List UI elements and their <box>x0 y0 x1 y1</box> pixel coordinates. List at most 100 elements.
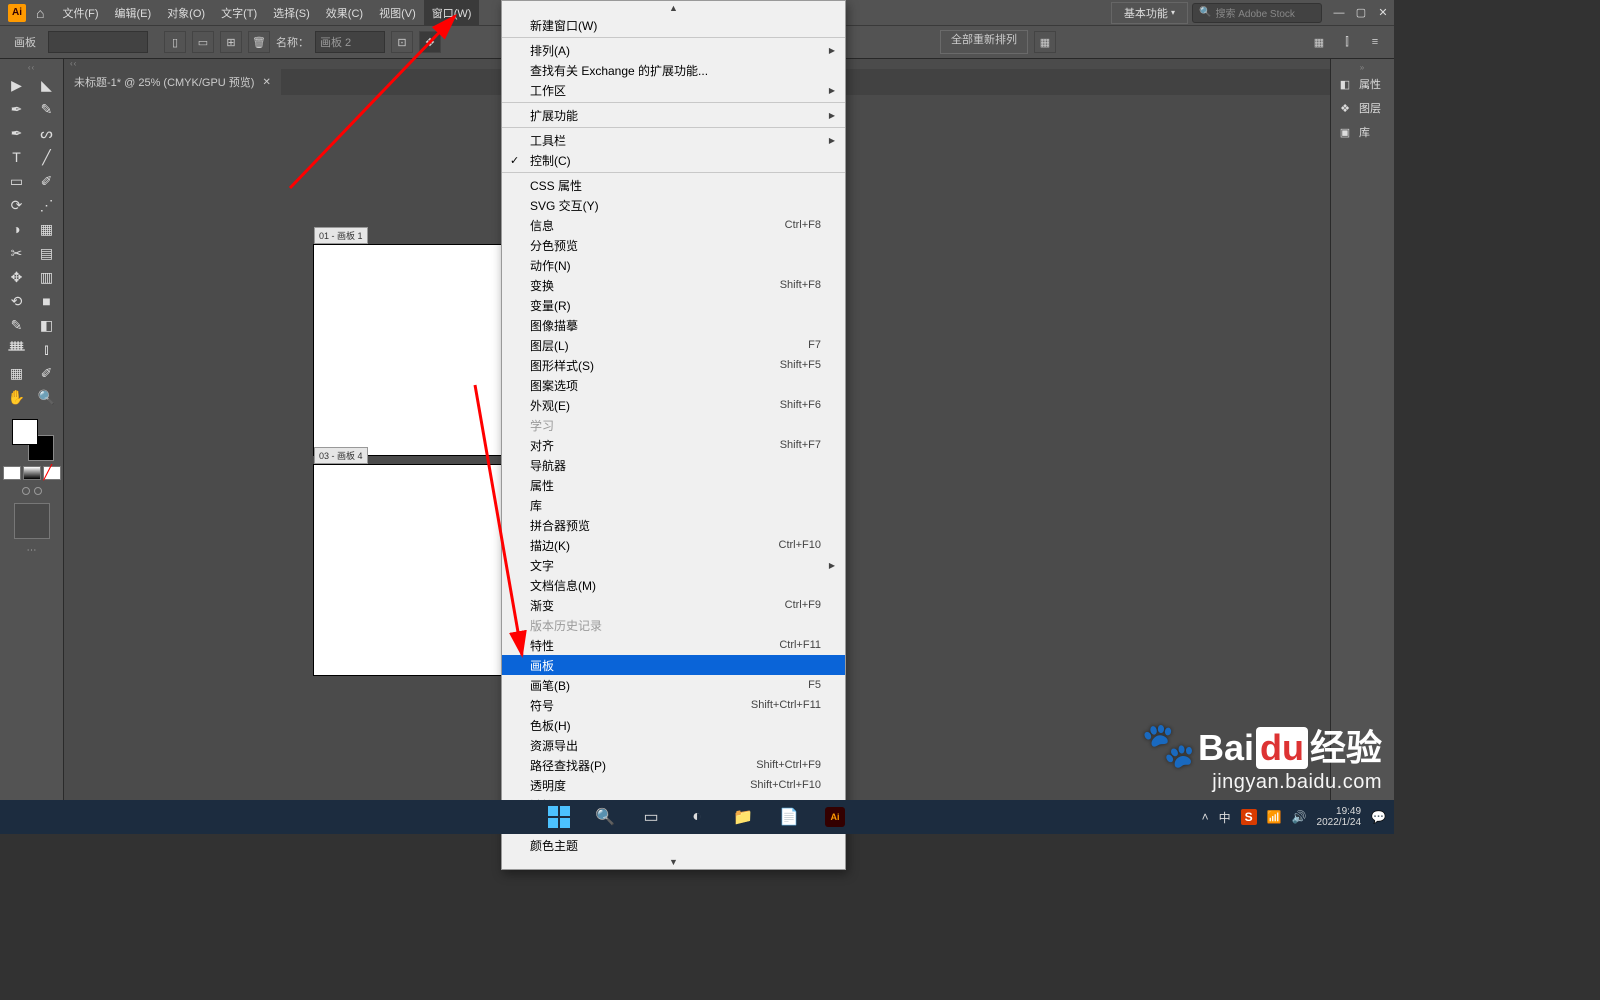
search-input[interactable]: 🔍 搜索 Adobe Stock <box>1192 3 1322 23</box>
menu-item-1[interactable]: 编辑(E) <box>107 0 160 25</box>
menu-item[interactable]: 特性Ctrl+F11 <box>502 635 845 655</box>
panel-button[interactable]: ❖图层 <box>1331 96 1387 120</box>
edit-toolbar-button[interactable] <box>14 503 50 539</box>
align-options-icon[interactable]: ▦ <box>1034 31 1056 53</box>
tool-button[interactable]: ✋ <box>2 385 32 409</box>
menu-scroll-down-icon[interactable]: ▼ <box>502 855 845 869</box>
menu-item[interactable]: 信息Ctrl+F8 <box>502 215 845 235</box>
menu-item[interactable]: 分色预览 <box>502 235 845 255</box>
menu-item[interactable]: 画板 <box>502 655 845 675</box>
move-artwork-toggle[interactable]: ✥ <box>419 31 441 53</box>
screen-mode-normal[interactable] <box>22 487 30 495</box>
menu-item[interactable]: 拼合器预览 <box>502 515 845 535</box>
color-mode-none[interactable]: ╱ <box>43 466 61 480</box>
tool-button[interactable]: ✒ <box>2 97 32 121</box>
menu-item[interactable]: 动作(N) <box>502 255 845 275</box>
menu-item-0[interactable]: 文件(F) <box>54 0 106 25</box>
menu-item[interactable]: 图像描摹 <box>502 315 845 335</box>
menu-item-5[interactable]: 效果(C) <box>318 0 371 25</box>
tool-button[interactable]: ✂ <box>2 241 32 265</box>
menu-item[interactable]: 查找有关 Exchange 的扩展功能... <box>502 60 845 80</box>
menu-item[interactable]: 变量(R) <box>502 295 845 315</box>
volume-icon[interactable]: 🔊 <box>1292 810 1307 824</box>
menu-item[interactable]: 新建窗口(W) <box>502 15 845 35</box>
menu-item[interactable]: 符号Shift+Ctrl+F11 <box>502 695 845 715</box>
toolbox-more-icon[interactable]: ⋯ <box>27 545 37 556</box>
color-mode-gradient[interactable] <box>23 466 41 480</box>
tool-button[interactable]: ▶ <box>2 73 32 97</box>
tool-button[interactable]: ▦ <box>32 217 62 241</box>
menu-item[interactable]: 工作区 <box>502 80 845 100</box>
start-button[interactable] <box>547 805 571 829</box>
new-artboard-icon[interactable]: ⊞ <box>220 31 242 53</box>
tool-button[interactable]: ✎ <box>32 97 62 121</box>
menu-scroll-up-icon[interactable]: ▲ <box>502 1 845 15</box>
menu-item[interactable]: 属性 <box>502 475 845 495</box>
color-mode-solid[interactable] <box>3 466 21 480</box>
menu-item-3[interactable]: 文字(T) <box>213 0 265 25</box>
tool-button[interactable]: ◧ <box>32 313 62 337</box>
menu-item[interactable]: 画笔(B)F5 <box>502 675 845 695</box>
menu-item[interactable]: 对齐Shift+F7 <box>502 435 845 455</box>
tool-button[interactable]: ✥ <box>2 265 32 289</box>
tool-button[interactable]: ◑ <box>2 217 32 241</box>
delete-artboard-icon[interactable]: 🗑 <box>248 31 270 53</box>
task-view-icon[interactable]: ▭ <box>639 805 663 829</box>
panel-menu-icon[interactable]: ≡ <box>1364 31 1386 53</box>
tool-button[interactable]: ᔕ <box>32 121 62 145</box>
close-button[interactable]: ✕ <box>1374 4 1392 22</box>
tool-button[interactable]: ▦ <box>2 361 32 385</box>
menu-item[interactable]: 库 <box>502 495 845 515</box>
illustrator-taskbar-icon[interactable]: Ai <box>823 805 847 829</box>
menu-item-2[interactable]: 对象(O) <box>159 0 213 25</box>
tool-button[interactable]: ✎ <box>2 313 32 337</box>
menu-item[interactable]: 文档信息(M) <box>502 575 845 595</box>
tool-button[interactable]: ╱ <box>32 145 62 169</box>
rearrange-all-button[interactable]: 全部重新排列 <box>940 30 1028 54</box>
tool-button[interactable]: ⫾ <box>32 337 62 361</box>
workspace-switcher[interactable]: 基本功能 ▾ <box>1111 2 1188 24</box>
tool-button[interactable]: ✐ <box>32 169 62 193</box>
tool-button[interactable]: ⟳ <box>2 193 32 217</box>
panel-toggle-icon[interactable]: ▦ <box>1308 31 1330 53</box>
menu-item[interactable]: 外观(E)Shift+F6 <box>502 395 845 415</box>
panel-button[interactable]: ◧属性 <box>1331 72 1387 96</box>
tool-button[interactable]: T <box>2 145 32 169</box>
menu-item[interactable]: 图案选项 <box>502 375 845 395</box>
panel-arrange-icon[interactable]: ⫿ <box>1336 31 1358 53</box>
tool-button[interactable]: ✐ <box>32 361 62 385</box>
artboard-name-input[interactable]: 画板 2 <box>315 31 385 53</box>
document-tab[interactable]: 未标题-1* @ 25% (CMYK/GPU 预览) ✕ <box>64 69 281 95</box>
notifications-icon[interactable]: 💬 <box>1371 810 1386 824</box>
tool-button[interactable]: ▥ <box>32 265 62 289</box>
orientation-landscape-icon[interactable]: ▭ <box>192 31 214 53</box>
menu-item[interactable]: 文字 <box>502 555 845 575</box>
menu-item-7[interactable]: 窗口(W) <box>424 0 480 25</box>
menu-item[interactable]: 图形样式(S)Shift+F5 <box>502 355 845 375</box>
menu-item-6[interactable]: 视图(V) <box>371 0 424 25</box>
menu-item[interactable]: 排列(A) <box>502 40 845 60</box>
tool-button[interactable]: ■ <box>32 289 62 313</box>
tool-button[interactable]: ◣ <box>32 73 62 97</box>
tool-button[interactable]: ✒ <box>2 121 32 145</box>
menu-item[interactable]: 描边(K)Ctrl+F10 <box>502 535 845 555</box>
tool-button[interactable]: ⟲ <box>2 289 32 313</box>
tool-button[interactable]: ⋰ <box>32 193 62 217</box>
fill-swatch[interactable] <box>12 419 38 445</box>
panel-button[interactable]: ▣库 <box>1331 120 1387 144</box>
home-icon[interactable]: ⌂ <box>36 5 44 21</box>
minimize-button[interactable]: — <box>1330 4 1348 22</box>
color-swatch[interactable] <box>10 417 54 461</box>
maximize-button[interactable]: ▢ <box>1352 4 1370 22</box>
menu-item-4[interactable]: 选择(S) <box>265 0 318 25</box>
menu-item[interactable]: 颜色主题 <box>502 835 845 855</box>
menu-item[interactable]: 导航器 <box>502 455 845 475</box>
ime-indicator[interactable]: 中 <box>1219 809 1231 826</box>
tool-button[interactable]: 🔍 <box>32 385 62 409</box>
tool-button[interactable]: ▭ <box>2 169 32 193</box>
menu-item[interactable]: 资源导出 <box>502 735 845 755</box>
screen-mode-full[interactable] <box>34 487 42 495</box>
notepad-icon[interactable]: 📄 <box>777 805 801 829</box>
menu-item[interactable]: 透明度Shift+Ctrl+F10 <box>502 775 845 795</box>
preset-dropdown[interactable] <box>48 31 148 53</box>
